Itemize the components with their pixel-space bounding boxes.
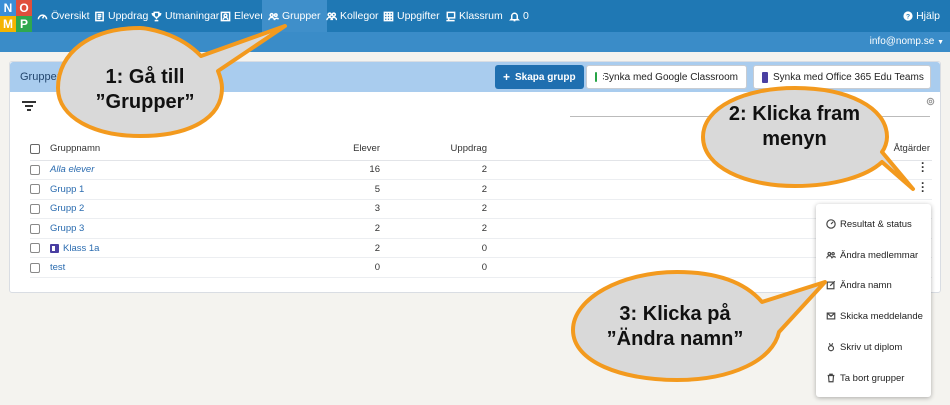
row-checkbox[interactable]: [30, 223, 40, 234]
callout-line: 2: Klicka fram: [728, 103, 861, 125]
assignments-count: 2: [380, 160, 487, 181]
callout-line: ”Ändra namn”: [606, 328, 744, 350]
plus-icon: +: [503, 70, 511, 84]
nav-item-label: Klassrum: [459, 10, 503, 22]
bell-icon: [509, 12, 520, 21]
table-row[interactable]: Grupp 2 3 2: [30, 199, 932, 220]
menu-item-delete-groups[interactable]: Ta bort grupper: [826, 370, 904, 386]
group-name-link[interactable]: Klass 1a: [63, 243, 99, 254]
callout-text-1: 1: Gå till ”Grupper”: [65, 65, 225, 115]
students-count: 2: [320, 218, 380, 239]
question-icon: ?: [903, 11, 913, 21]
menu-item-rename[interactable]: Ändra namn: [826, 277, 892, 293]
group-name-link[interactable]: Grupp 2: [50, 199, 320, 220]
menu-item-label: Ändra medlemmar: [840, 249, 919, 261]
table-row[interactable]: Klass 1a 2 0: [30, 238, 932, 259]
office365-icon: [762, 71, 768, 83]
teams-icon: [50, 243, 59, 253]
sync-office-label: Synka med Office 365 Edu Teams: [773, 71, 924, 83]
user-email: info@nomp.se: [869, 36, 935, 47]
grid-icon: [383, 11, 394, 21]
help-link[interactable]: ? Hjälp: [903, 0, 940, 32]
classroom-icon: [446, 11, 456, 21]
notification-count: 0: [523, 10, 529, 22]
select-all-checkbox[interactable]: [30, 143, 40, 154]
colleagues-icon: [326, 11, 337, 20]
callout-line: menyn: [762, 128, 827, 150]
group-icon: [826, 251, 836, 259]
row-checkbox[interactable]: [30, 243, 40, 254]
callout-line: 3: Klicka på: [619, 303, 731, 325]
callout-text-3: 3: Klicka på ”Ändra namn”: [590, 302, 760, 352]
group-name-link[interactable]: Grupp 1: [50, 179, 320, 200]
create-group-label: Skapa grupp: [515, 71, 576, 83]
row-checkbox[interactable]: [30, 164, 40, 175]
students-count: 5: [320, 179, 380, 200]
group-name-cell[interactable]: Klass 1a: [50, 238, 320, 259]
row-actions-menu: Resultat & status Ändra medlemmar Ändra …: [816, 204, 931, 397]
assignments-count: 0: [380, 257, 487, 279]
column-header-name: Gruppnamn: [50, 138, 320, 161]
assignments-count: 2: [380, 179, 487, 200]
students-count: 16: [320, 160, 380, 181]
sync-google-label: Synka med Google Classroom: [602, 71, 738, 83]
nav-item-kollegor[interactable]: Kollegor: [326, 0, 379, 32]
dashboard-icon: [37, 13, 48, 19]
nav-notifications[interactable]: 0: [509, 0, 529, 32]
logo-letter: N: [0, 0, 16, 16]
assignments-count: 2: [380, 199, 487, 220]
logo-letter: P: [16, 16, 32, 32]
menu-item-label: Skriv ut diplom: [840, 341, 903, 353]
menu-item-label: Ändra namn: [840, 279, 892, 291]
menu-item-label: Skicka meddelande: [840, 310, 923, 322]
assignments-count: 0: [380, 238, 487, 259]
callout-text-2: 2: Klicka fram menyn: [712, 102, 877, 152]
logo-letter: O: [16, 0, 32, 16]
students-count: 2: [320, 238, 380, 259]
google-classroom-icon: [595, 72, 607, 82]
menu-item-send-message[interactable]: Skicka meddelande: [826, 308, 923, 324]
filter-icon[interactable]: [22, 100, 36, 112]
row-checkbox[interactable]: [30, 262, 40, 273]
column-header-students: Elever: [320, 138, 380, 161]
column-header-assignments: Uppdrag: [380, 138, 487, 161]
menu-item-results[interactable]: Resultat & status: [826, 216, 912, 232]
row-checkbox[interactable]: [30, 203, 40, 214]
menu-item-label: Resultat & status: [840, 218, 912, 230]
callout-line: ”Grupper”: [95, 91, 195, 113]
nav-item-klassrum[interactable]: Klassrum: [445, 0, 503, 32]
group-name-link[interactable]: Alla elever: [50, 160, 320, 181]
menu-item-print-diploma[interactable]: Skriv ut diplom: [826, 339, 902, 355]
students-count: 3: [320, 199, 380, 220]
create-group-button[interactable]: + Skapa grupp: [495, 65, 584, 89]
assignments-count: 2: [380, 218, 487, 239]
nav-item-label: Kollegor: [340, 10, 379, 22]
gauge-icon: [826, 219, 836, 229]
callout-line: 1: Gå till: [105, 66, 185, 88]
students-count: 0: [320, 257, 380, 279]
group-name-link[interactable]: Grupp 3: [50, 218, 320, 239]
row-checkbox[interactable]: [30, 184, 40, 195]
nav-item-uppgifter[interactable]: Uppgifter: [383, 0, 440, 32]
help-label: Hjälp: [916, 10, 940, 22]
menu-item-edit-members[interactable]: Ändra medlemmar: [826, 247, 918, 263]
logo-letter: M: [0, 16, 16, 32]
svg-text:?: ?: [906, 14, 910, 21]
table-row[interactable]: Grupp 3 2 2: [30, 218, 932, 239]
group-name-link[interactable]: test: [50, 257, 320, 279]
nav-item-label: Uppgifter: [397, 10, 440, 22]
menu-item-label: Ta bort grupper: [840, 372, 905, 384]
user-menu[interactable]: info@nomp.se ▼: [870, 32, 944, 52]
caret-down-icon: ▼: [937, 39, 944, 46]
nomp-logo[interactable]: N O M P: [0, 0, 32, 32]
